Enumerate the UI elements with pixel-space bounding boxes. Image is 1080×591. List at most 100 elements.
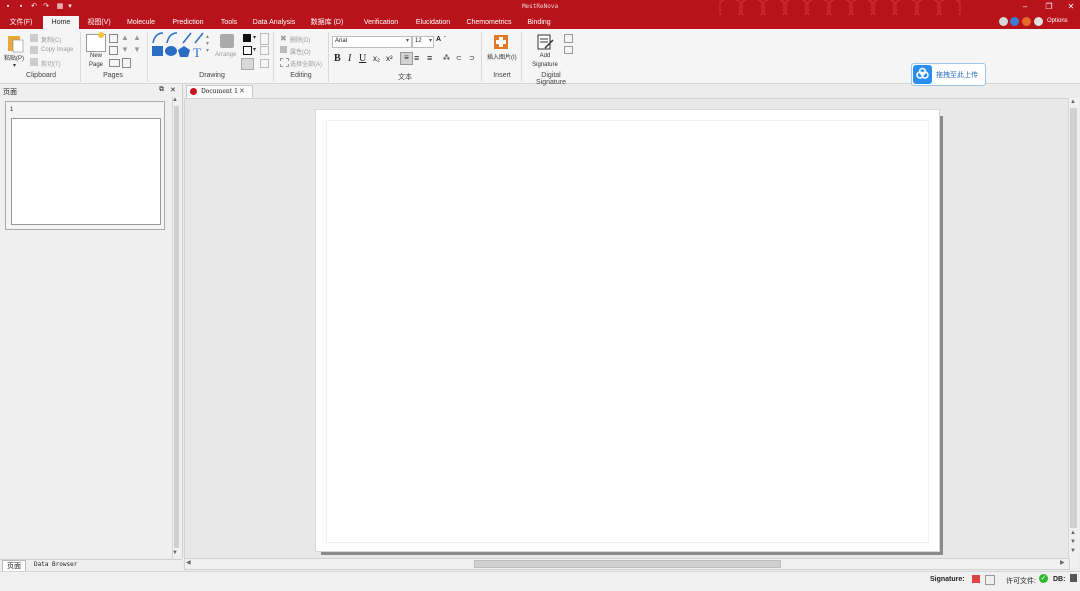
scroll-down-icon[interactable]: ▼ <box>1070 539 1076 545</box>
arrange-button[interactable]: Arrange <box>215 52 236 58</box>
scroll-up-icon[interactable]: ▲ <box>172 97 178 103</box>
signature-status-icon[interactable] <box>972 575 980 583</box>
page-view-icon[interactable] <box>109 59 120 67</box>
select-pointer-icon[interactable] <box>241 58 254 70</box>
new-page-button[interactable]: New Page <box>86 52 106 70</box>
signature-list-icon[interactable] <box>564 46 573 54</box>
db-status-label: DB: <box>1053 576 1066 583</box>
signature-settings-icon[interactable] <box>985 575 995 585</box>
font-size-select[interactable]: 12 ▾ <box>412 36 434 48</box>
upload-button[interactable]: 拖拽至此上传 <box>911 63 986 86</box>
panel-float-icon[interactable]: ⧉ <box>159 86 164 94</box>
restore-icon[interactable]: ❐ <box>1042 1 1056 13</box>
superscript-icon[interactable]: x² <box>386 54 393 63</box>
insert-image-button[interactable]: 插入图片(I) <box>487 52 517 61</box>
page-setup-icon[interactable] <box>109 34 118 43</box>
page-up-icon[interactable]: ▲ <box>121 33 129 42</box>
properties-button[interactable]: 属性(O) <box>290 47 311 56</box>
underline-icon[interactable]: U <box>359 53 366 64</box>
scroll-up-icon[interactable]: ▲ <box>1070 99 1076 105</box>
page-first-icon[interactable]: ▲ <box>133 33 141 42</box>
redo-icon[interactable]: ↷ <box>42 3 50 11</box>
settings-icon[interactable] <box>1022 17 1031 26</box>
add-signature-button[interactable]: Add Signature <box>528 52 562 70</box>
insert-image-icon[interactable] <box>492 33 510 51</box>
horizontal-scroll-thumb[interactable] <box>474 560 781 568</box>
tab-data-analysis[interactable]: Data Analysis <box>249 16 299 29</box>
tab-data-browser[interactable]: Data Browser <box>34 561 77 568</box>
info-icon[interactable] <box>1010 17 1019 26</box>
paste-dropdown-icon[interactable]: ▾ <box>13 62 16 69</box>
pages-scroll-thumb[interactable] <box>174 106 179 548</box>
italic-icon[interactable]: I <box>348 53 351 64</box>
grow-font-icon[interactable]: A <box>436 36 441 43</box>
dropdown-icon[interactable]: ▾ <box>66 3 74 11</box>
fill-color-icon[interactable] <box>243 34 251 42</box>
line-color-icon[interactable] <box>243 46 252 55</box>
close-icon[interactable]: ✕ <box>1064 1 1078 13</box>
cut-button[interactable]: 剪切(T) <box>41 59 61 68</box>
tab-verification[interactable]: Verification <box>359 16 403 29</box>
tab-binding[interactable]: Binding <box>523 16 555 29</box>
align-icon[interactable] <box>260 33 269 45</box>
minimize-icon[interactable]: – <box>1018 1 1032 13</box>
delete-button[interactable]: 删除(D) <box>290 35 310 44</box>
help-icon[interactable] <box>999 17 1008 26</box>
tab-chemometrics[interactable]: Chemometrics <box>463 16 515 29</box>
scroll-down-icon[interactable]: ▼ <box>172 550 178 556</box>
shrink-font-icon[interactable]: ˆ <box>444 37 446 43</box>
symbol-icon[interactable]: ⊂ <box>456 54 462 62</box>
tab-tools[interactable]: Tools <box>215 16 243 29</box>
close-icon[interactable]: ✕ <box>239 87 245 95</box>
page-thumbnail[interactable]: 1 <box>5 101 165 230</box>
page-down-icon[interactable]: ▼ <box>121 45 129 54</box>
scroll-left-icon[interactable]: ◀ <box>186 559 191 566</box>
document-page[interactable] <box>315 109 940 552</box>
tab-prediction[interactable]: Prediction <box>167 16 209 29</box>
copy-button[interactable]: 复制(C) <box>41 35 61 44</box>
license-ok-icon[interactable]: ✓ <box>1039 574 1048 583</box>
page-down-icon[interactable]: ▼ <box>1070 548 1076 554</box>
select-all-button[interactable]: 选择全部(A) <box>290 59 322 68</box>
font-family-select[interactable]: Arial ▾ <box>332 36 412 48</box>
scroll-right-icon[interactable]: ▶ <box>1060 559 1065 566</box>
align-left-icon[interactable]: ≡ <box>400 52 413 65</box>
tab-molecule[interactable]: Molecule <box>121 16 161 29</box>
shapes-scroll-icon[interactable]: ▴ ▾ ▾ <box>206 34 209 55</box>
tab-file[interactable]: 文件(F) <box>3 16 39 29</box>
tab-document[interactable]: Document 1 ✕ <box>186 85 253 98</box>
tab-home[interactable]: Home <box>43 16 79 29</box>
panel-close-icon[interactable]: ✕ <box>170 86 176 94</box>
paste-button[interactable]: 粘贴(P) <box>4 53 24 62</box>
text-clear-icon[interactable]: ⁂ <box>443 54 450 62</box>
copy-image-button[interactable]: Copy Image <box>41 47 73 53</box>
group-objects-icon[interactable] <box>260 46 269 55</box>
options-menu[interactable]: Options <box>1047 18 1068 24</box>
tab-database[interactable]: 数据库 (D) <box>305 16 349 29</box>
bold-icon[interactable]: B <box>334 53 341 64</box>
add-signature-icon[interactable] <box>536 33 554 51</box>
db-icon[interactable] <box>1070 574 1077 582</box>
fill-color-dropdown-icon[interactable]: ▾ <box>253 34 256 41</box>
print-icon[interactable]: ▦ <box>56 3 64 11</box>
rotate-icon[interactable] <box>260 59 269 68</box>
page-template-icon[interactable] <box>122 58 131 68</box>
tab-view[interactable]: 视图(V) <box>82 16 116 29</box>
canvas-scroll-thumb[interactable] <box>1070 108 1077 528</box>
special-char-icon[interactable]: ⊃ <box>469 54 475 62</box>
app-icon[interactable]: ▪ <box>4 3 12 11</box>
user-icon[interactable] <box>1034 17 1043 26</box>
align-center-icon[interactable]: ≡ <box>414 53 419 63</box>
signature-verify-icon[interactable] <box>564 34 573 43</box>
align-right-icon[interactable]: ≡ <box>427 53 432 63</box>
save-icon[interactable]: ▪ <box>17 3 25 11</box>
undo-icon[interactable]: ↶ <box>30 3 38 11</box>
page-layout-icon[interactable] <box>109 46 118 55</box>
line-color-dropdown-icon[interactable]: ▾ <box>253 46 256 53</box>
subscript-icon[interactable]: x₂ <box>373 54 380 63</box>
page-up-icon[interactable]: ▲ <box>1070 530 1076 536</box>
paste-icon[interactable] <box>5 33 25 53</box>
arrange-icon[interactable] <box>220 34 234 48</box>
tab-elucidation[interactable]: Elucidation <box>411 16 455 29</box>
page-last-icon[interactable]: ▼ <box>133 45 141 54</box>
